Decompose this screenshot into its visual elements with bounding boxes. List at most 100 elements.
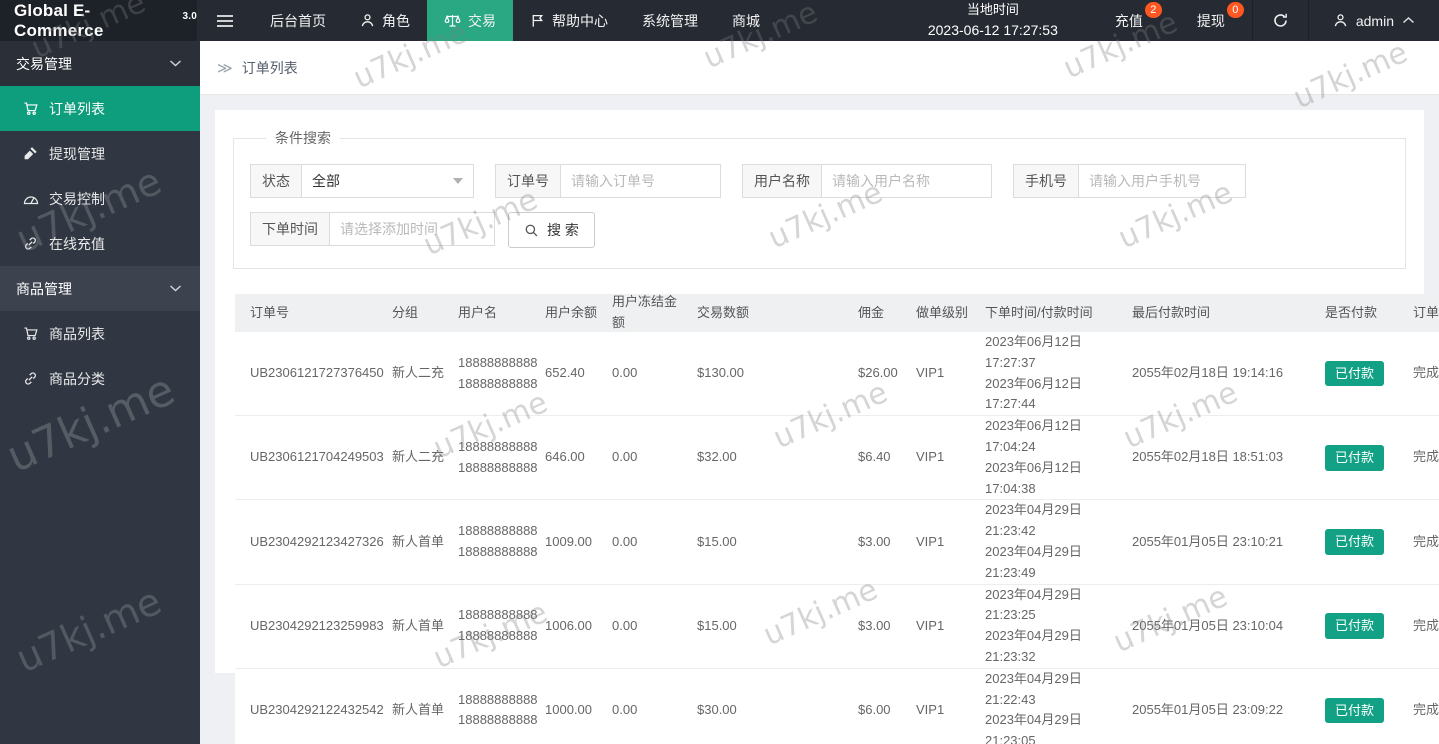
nav-item-roles[interactable]: 角色 (343, 0, 427, 41)
username-line: 18888888888 (458, 523, 538, 539)
cell-last-pay-time: 2055年02月18日 18:51:03 (1132, 449, 1284, 465)
order-time-label: 下单时间 (250, 212, 330, 246)
username-input[interactable] (822, 164, 992, 198)
page-title: 订单列表 (241, 59, 298, 76)
cell-amount: $15.00 (697, 617, 737, 633)
withdraw-button[interactable]: 提现 0 (1170, 0, 1252, 41)
cell-order-no: UB2306121704249503 (250, 449, 384, 465)
cell-balance: 1000.00 (545, 701, 592, 717)
nav-item-trade[interactable]: 交易 (427, 0, 513, 41)
sidebar-item-product-list[interactable]: 商品列表 (0, 311, 200, 356)
nav-item-mall[interactable]: 商城 (715, 0, 777, 41)
cell-amount: $130.00 (697, 365, 744, 381)
username-line: 18888888888 (458, 691, 538, 707)
order-time-input[interactable] (330, 212, 495, 246)
cell-username: 18888888888 18888888888 (458, 353, 545, 395)
order-time-line: 2023年06月12日 17:27:37 (985, 334, 1082, 370)
status-label: 状态 (250, 164, 302, 198)
recharge-button[interactable]: 充值 2 (1088, 0, 1170, 41)
col-header-commission: 佣金 (858, 304, 885, 320)
paid-badge: 已付款 (1325, 697, 1385, 724)
cell-amount: $30.00 (697, 701, 737, 717)
status-field-group: 状态 全部 (250, 164, 474, 198)
cell-paid: 已付款 (1325, 360, 1413, 387)
pay-time-line: 2023年06月12日 17:04:38 (985, 459, 1082, 496)
flag-icon (530, 13, 545, 28)
user-menu[interactable]: admin (1309, 0, 1439, 41)
cell-last-pay-time: 2055年01月05日 23:10:04 (1132, 617, 1284, 633)
scales-icon (444, 13, 461, 29)
sidebar-item-online-recharge[interactable]: 在线充值 (0, 221, 200, 266)
sidebar-item-label: 商品列表 (49, 325, 105, 342)
cell-status: 完成付款 (1413, 365, 1439, 381)
cell-frozen: 0.00 (612, 533, 638, 549)
hamburger-icon (216, 13, 234, 29)
status-select[interactable]: 全部 (302, 164, 474, 198)
app-logo-text: Global E-Commerce (14, 0, 104, 40)
status-selected-value: 全部 (312, 173, 340, 189)
table-row: UB2306121704249503 新人二充 18888888888 1888… (235, 416, 1439, 501)
chevron-down-icon (169, 59, 182, 68)
cart-icon (22, 101, 39, 116)
cell-commission: $6.40 (858, 449, 891, 465)
col-header-paid: 是否付款 (1325, 304, 1378, 320)
search-row-1: 状态 全部 订单号 用户名称 手机号 (250, 164, 1405, 198)
cell-order-no: UB2306121727376450 (250, 365, 384, 381)
sidebar-group-trade-management[interactable]: 交易管理 (0, 41, 200, 86)
cell-username: 18888888888 18888888888 (458, 437, 545, 479)
nav-item-label: 系统管理 (642, 12, 698, 29)
cell-commission: $3.00 (858, 533, 891, 549)
cell-frozen: 0.00 (612, 701, 638, 717)
paid-badge: 已付款 (1325, 444, 1385, 471)
cell-group: 新人首单 (392, 533, 445, 549)
sidebar-toggle-button[interactable] (197, 0, 253, 41)
order-time-line: 2023年04月29日 21:22:43 (985, 670, 1082, 707)
order-no-label: 订单号 (495, 164, 561, 198)
cell-order-time: 2023年04月29日 21:22:43 2023年04月29日 21:23:0… (985, 669, 1132, 744)
sidebar-item-label: 交易控制 (49, 190, 105, 207)
person-icon (360, 13, 375, 28)
top-navbar: Global E-Commerce 3.0 后台首页 角色 交易 帮助中心 系统… (0, 0, 1439, 41)
sidebar-item-order-list[interactable]: 订单列表 (0, 86, 200, 131)
gauge-icon (22, 192, 39, 205)
nav-item-help[interactable]: 帮助中心 (513, 0, 625, 41)
cell-balance: 652.40 (545, 365, 585, 381)
username-line: 18888888888 (458, 438, 538, 454)
cell-status: 完成付款 (1413, 533, 1439, 549)
user-icon (1333, 13, 1348, 28)
sidebar-item-withdraw-management[interactable]: 提现管理 (0, 131, 200, 176)
sidebar-item-trade-control[interactable]: 交易控制 (0, 176, 200, 221)
search-legend: 条件搜索 (275, 130, 331, 146)
nav-item-system[interactable]: 系统管理 (625, 0, 715, 41)
username-label: 用户名称 (742, 164, 822, 198)
nav-item-label: 帮助中心 (552, 12, 608, 29)
phone-field-group: 手机号 (1013, 164, 1246, 198)
paid-badge: 已付款 (1325, 529, 1385, 555)
chevron-up-icon (1402, 16, 1415, 25)
cell-amount: $32.00 (697, 449, 737, 465)
table-row: UB2304292122432542 新人首单 18888888888 1888… (235, 668, 1439, 744)
search-button[interactable]: 搜 索 (508, 212, 595, 248)
refresh-icon (1272, 12, 1289, 29)
sidebar-group-product-management[interactable]: 商品管理 (0, 266, 200, 311)
sidebar: 交易管理 订单列表 提现管理 交易控制 在线充值 商品管理 商品列表 商品分类 (0, 41, 200, 744)
cell-order-time: 2023年04月29日 21:23:25 2023年04月29日 21:23:3… (985, 585, 1132, 668)
refresh-button[interactable] (1251, 0, 1309, 41)
cell-status: 完成付款 (1413, 701, 1439, 717)
recharge-count-badge: 2 (1144, 2, 1162, 18)
username-line: 18888888888 (458, 607, 538, 623)
sidebar-item-product-category[interactable]: 商品分类 (0, 356, 200, 401)
cell-order-time: 2023年06月12日 17:27:37 2023年06月12日 17:27:4… (985, 332, 1132, 415)
navbar-spacer (777, 0, 898, 41)
breadcrumb: ≫ 订单列表 (200, 41, 1439, 95)
cell-username: 18888888888 18888888888 (458, 521, 545, 563)
phone-input[interactable] (1079, 164, 1246, 198)
link-icon (22, 236, 39, 251)
nav-item-dashboard[interactable]: 后台首页 (253, 0, 343, 41)
col-header-status: 订单状态 (1413, 304, 1439, 320)
pay-time-line: 2023年06月12日 17:27:44 (985, 375, 1082, 412)
cell-commission: $26.00 (858, 365, 898, 381)
cell-frozen: 0.00 (612, 365, 638, 381)
order-no-input[interactable] (561, 164, 721, 198)
col-header-username: 用户名 (458, 304, 498, 320)
